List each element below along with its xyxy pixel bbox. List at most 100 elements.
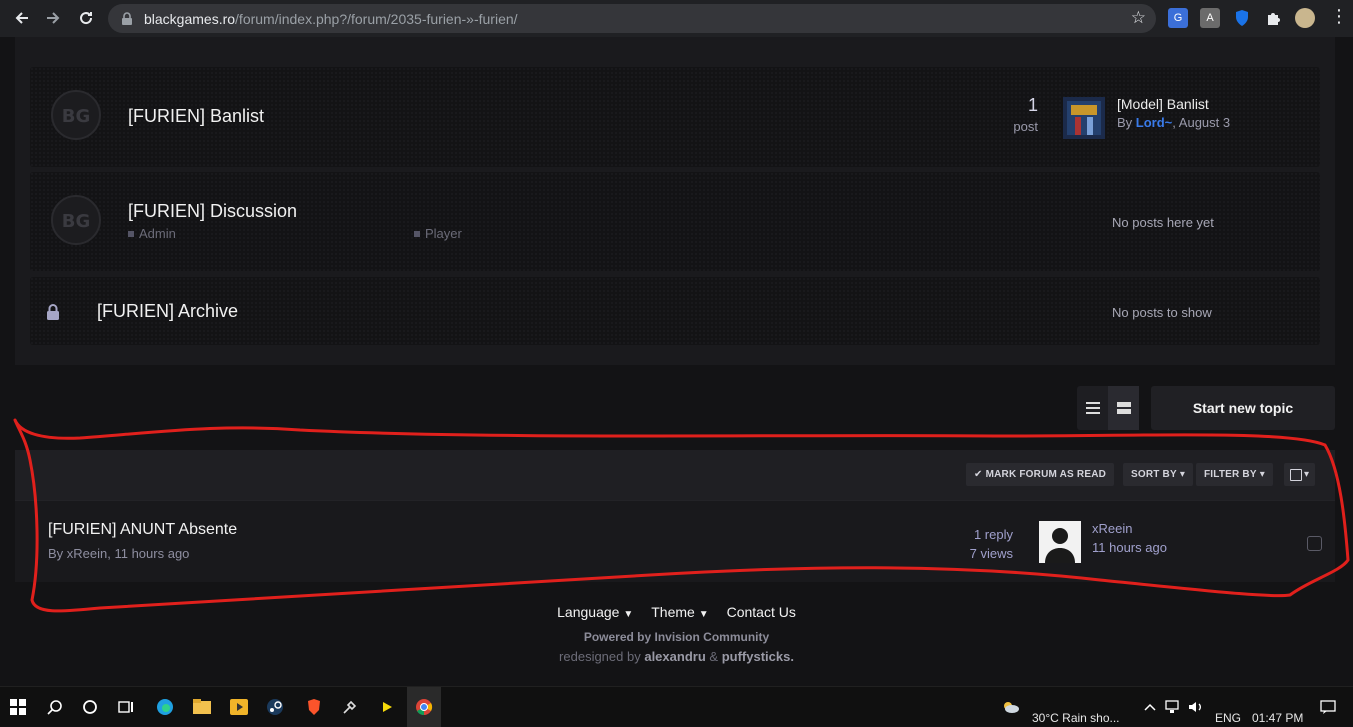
sort-by-button[interactable]: SORT BY ▾ [1123, 463, 1194, 486]
list-view-icon [1085, 402, 1100, 414]
last-poster-link[interactable]: xReein [1092, 521, 1132, 536]
post-count: 1 [1027, 95, 1038, 115]
kebab-menu-icon[interactable]: ⋮ [1330, 6, 1348, 27]
profile-avatar-icon[interactable] [1295, 8, 1315, 28]
back-arrow-icon[interactable] [6, 2, 38, 34]
topic-meta: By xReein, 11 hours ago [48, 546, 190, 561]
subforum-list: BG [FURIEN] Banlist 1 post [Model] Banli… [15, 37, 1335, 365]
media-player-icon[interactable] [229, 697, 249, 717]
theme-menu[interactable]: Theme ▼ [651, 604, 708, 620]
forum-page: BG [FURIEN] Banlist 1 post [Model] Banli… [0, 37, 1353, 686]
weather-text[interactable]: 30°C Rain sho... [1032, 711, 1120, 725]
select-all-dropdown[interactable]: ▾ [1284, 463, 1316, 486]
forum-title[interactable]: [FURIEN] Discussion [128, 201, 297, 222]
check-icon: ✔ [974, 469, 983, 480]
checkbox-icon [1290, 468, 1302, 481]
brave-browser-icon[interactable] [304, 697, 324, 717]
weather-icon[interactable] [1000, 697, 1020, 717]
chevron-up-icon[interactable] [1140, 697, 1160, 717]
mark-forum-read-button[interactable]: ✔ MARK FORUM AS READ [966, 463, 1115, 486]
subforum-label: Player [425, 226, 462, 241]
notifications-icon[interactable] [1318, 697, 1338, 717]
redesigned-prefix: redesigned by [559, 649, 641, 664]
topic-title-link[interactable]: [FURIEN] ANUNT Absente [48, 521, 237, 539]
list-view-button[interactable] [1077, 386, 1108, 430]
steam-icon[interactable] [265, 697, 285, 717]
view-mode-toggle [1077, 386, 1139, 430]
browser-toolbar: blackgames.ro/forum/index.php?/forum/203… [0, 0, 1353, 37]
caret-down-icon: ▾ [1304, 469, 1310, 480]
start-new-topic-button[interactable]: Start new topic [1151, 386, 1335, 430]
last-post-date: , August 3 [1172, 115, 1231, 130]
filter-by-button[interactable]: FILTER BY ▾ [1196, 463, 1273, 486]
topic-list-toolbar: ✔ MARK FORUM AS READ SORT BY ▾ FILTER BY ▾ … [15, 450, 1335, 500]
tools-app-icon[interactable] [340, 697, 360, 717]
extension-icon[interactable]: A [1200, 8, 1220, 28]
sort-by-label: SORT BY [1131, 469, 1177, 480]
file-explorer-icon[interactable] [192, 697, 212, 717]
author-link[interactable]: alexandru [644, 649, 705, 664]
language-menu[interactable]: Language ▼ [557, 604, 633, 620]
forum-row-banlist[interactable]: BG [FURIEN] Banlist 1 post [Model] Banli… [30, 67, 1320, 167]
windows-start-icon[interactable] [8, 697, 28, 717]
view-count: 7 views [969, 546, 1013, 561]
last-post-thumbnail[interactable] [1063, 97, 1105, 139]
volume-icon[interactable] [1186, 697, 1206, 717]
puzzle-extensions-icon[interactable] [1263, 8, 1283, 28]
post-count-label: post [1013, 119, 1038, 134]
translate-extension-icon[interactable]: G [1168, 8, 1188, 28]
subforum-square-icon [414, 230, 420, 237]
subforum-label: Admin [139, 226, 176, 241]
topic-row[interactable]: [FURIEN] ANUNT Absente By xReein, 11 hou… [15, 500, 1335, 582]
caret-down-icon: ▼ [623, 609, 634, 620]
grid-view-button[interactable] [1108, 386, 1139, 430]
mark-read-label: MARK FORUM AS READ [985, 469, 1107, 480]
lock-icon [122, 11, 132, 25]
grid-view-icon [1116, 402, 1131, 414]
network-icon[interactable] [1163, 697, 1183, 717]
last-post-time: 11 hours ago [1092, 540, 1167, 555]
cortana-icon[interactable] [80, 697, 100, 717]
forum-title[interactable]: [FURIEN] Archive [97, 301, 238, 322]
default-user-icon [1045, 528, 1075, 563]
address-bar[interactable]: blackgames.ro/forum/index.php?/forum/203… [108, 4, 1156, 33]
last-post-by-label: By [1117, 115, 1133, 130]
media-app-icon[interactable] [377, 697, 397, 717]
chrome-browser-icon[interactable] [414, 697, 434, 717]
subforum-link-player[interactable]: Player [414, 226, 462, 241]
subforum-link-admin[interactable]: Admin [128, 226, 176, 241]
forum-title[interactable]: [FURIEN] Banlist [128, 106, 264, 127]
forward-arrow-icon[interactable] [37, 2, 69, 34]
windows-taskbar: 30°C Rain sho... ENG 01:47 PM [0, 686, 1353, 727]
task-view-icon[interactable] [116, 697, 136, 717]
avatar[interactable] [1039, 521, 1081, 563]
edge-browser-icon[interactable] [155, 697, 175, 717]
no-posts-text: No posts here yet [1112, 215, 1214, 230]
forum-row-archive[interactable]: [FURIEN] Archive No posts to show [30, 277, 1320, 345]
svg-text:BG: BG [62, 211, 91, 232]
ampersand: & [709, 649, 719, 664]
last-post-user-link[interactable]: Lord~ [1136, 115, 1172, 130]
bg-logo-icon: BG [51, 195, 101, 245]
bookmark-star-icon[interactable]: ☆ [1131, 8, 1146, 28]
topic-stats: 1 reply 7 views [970, 525, 1013, 563]
theme-label: Theme [651, 604, 695, 620]
footer-links: Language ▼ Theme ▼ Contact Us [0, 604, 1353, 620]
search-icon[interactable] [45, 697, 65, 717]
input-language[interactable]: ENG [1215, 711, 1241, 725]
caret-down-icon: ▾ [1179, 469, 1186, 480]
last-post-title[interactable]: [Model] Banlist [1117, 96, 1209, 112]
forum-row-discussion[interactable]: BG [FURIEN] Discussion Admin Player No p… [30, 172, 1320, 271]
contact-us-link[interactable]: Contact Us [727, 604, 796, 620]
language-label: Language [557, 604, 620, 620]
reply-count: 1 reply [973, 527, 1013, 542]
clock-time[interactable]: 01:47 PM [1252, 711, 1303, 725]
author-link[interactable]: puffysticks. [722, 649, 794, 664]
shield-extension-icon[interactable] [1232, 8, 1252, 28]
filter-by-label: FILTER BY [1204, 469, 1257, 480]
topic-select-checkbox[interactable] [1307, 536, 1322, 551]
last-post-meta: By Lord~, August 3 [1117, 115, 1230, 130]
powered-by-link[interactable]: Powered by Invision Community [0, 630, 1353, 644]
reload-icon[interactable] [70, 2, 102, 34]
bg-logo-icon: BG [51, 90, 101, 140]
